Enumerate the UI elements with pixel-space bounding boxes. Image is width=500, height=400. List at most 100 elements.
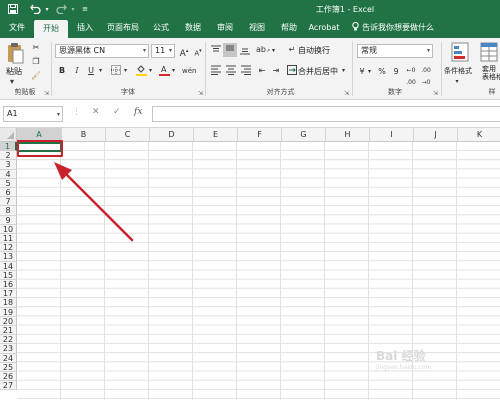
conditional-formatting-icon[interactable] bbox=[450, 42, 470, 64]
bold-button[interactable]: B bbox=[57, 65, 67, 77]
number-format-select[interactable]: 常规 ▾ bbox=[357, 44, 433, 58]
borders-icon[interactable] bbox=[110, 65, 122, 79]
select-all-button[interactable] bbox=[0, 128, 17, 142]
tab-help[interactable]: 帮助 bbox=[276, 18, 302, 38]
number-launcher-icon[interactable]: ⇲ bbox=[433, 90, 438, 97]
borders-dropdown-icon[interactable]: ▾ bbox=[122, 65, 129, 77]
row-header-22[interactable]: 22 bbox=[0, 335, 17, 345]
format-painter-icon[interactable]: 🖌 bbox=[30, 70, 42, 82]
row-header-16[interactable]: 16 bbox=[0, 280, 17, 290]
tell-me-search[interactable]: 告诉我你想要做什么 bbox=[352, 18, 442, 38]
column-header-k[interactable]: K bbox=[458, 128, 500, 142]
row-header-17[interactable]: 17 bbox=[0, 289, 17, 299]
row-header-23[interactable]: 23 bbox=[0, 344, 17, 354]
row-header-10[interactable]: 10 bbox=[0, 224, 17, 234]
increase-decimal-icon[interactable]: ←0.00 bbox=[404, 65, 418, 89]
tab-view[interactable]: 视图 bbox=[244, 18, 270, 38]
middle-align-icon[interactable] bbox=[223, 43, 237, 57]
font-color-icon[interactable]: A bbox=[158, 64, 170, 80]
row-header-11[interactable]: 11 bbox=[0, 234, 17, 244]
tab-home[interactable]: 开始 bbox=[34, 20, 68, 38]
font-color-dropdown-icon[interactable]: ▾ bbox=[170, 65, 177, 77]
row-header-2[interactable]: 2 bbox=[0, 151, 17, 161]
top-align-icon[interactable] bbox=[210, 45, 222, 59]
orientation-icon[interactable]: ab↗ bbox=[256, 44, 270, 57]
decrease-indent-icon[interactable]: ⇤ bbox=[256, 65, 268, 77]
column-header-j[interactable]: J bbox=[414, 128, 458, 142]
shrink-font-button[interactable]: A▾ bbox=[193, 45, 203, 59]
row-header-9[interactable]: 9 bbox=[0, 215, 17, 225]
name-box[interactable]: A1 ▾ bbox=[3, 106, 63, 122]
merge-dropdown-icon[interactable]: ▾ bbox=[340, 65, 347, 77]
row-header-21[interactable]: 21 bbox=[0, 326, 17, 336]
row-header-20[interactable]: 20 bbox=[0, 316, 17, 326]
font-size-select[interactable]: 11 ▾ bbox=[151, 44, 175, 58]
clipboard-launcher-icon[interactable]: ⇲ bbox=[44, 90, 49, 97]
copy-icon[interactable]: ❐ bbox=[30, 56, 42, 68]
tab-file[interactable]: 文件 bbox=[4, 18, 30, 38]
comma-style-button[interactable]: 9 bbox=[391, 66, 401, 78]
row-header-24[interactable]: 24 bbox=[0, 353, 17, 363]
currency-dropdown-icon[interactable]: ▾ bbox=[366, 66, 373, 78]
row-header-13[interactable]: 13 bbox=[0, 252, 17, 262]
insert-function-icon[interactable]: fx bbox=[134, 107, 142, 117]
cancel-entry-icon[interactable]: ✕ bbox=[92, 107, 100, 117]
row-header-4[interactable]: 4 bbox=[0, 169, 17, 179]
merge-center-button[interactable]: 合并后居中 bbox=[298, 66, 338, 77]
column-header-g[interactable]: G bbox=[282, 128, 326, 142]
merge-center-icon[interactable] bbox=[287, 65, 297, 79]
align-center-icon[interactable] bbox=[225, 65, 237, 79]
row-header-14[interactable]: 14 bbox=[0, 261, 17, 271]
row-header-26[interactable]: 26 bbox=[0, 372, 17, 382]
tab-acrobat[interactable]: Acrobat bbox=[306, 18, 342, 38]
italic-button[interactable]: I bbox=[72, 65, 82, 77]
orientation-dropdown-icon[interactable]: ▾ bbox=[270, 45, 277, 57]
row-header-1[interactable]: 1 bbox=[0, 142, 17, 152]
conditional-formatting-dropdown-icon[interactable]: ▾ bbox=[452, 76, 462, 88]
tab-data[interactable]: 数据 bbox=[180, 18, 206, 38]
row-header-6[interactable]: 6 bbox=[0, 188, 17, 198]
increase-indent-icon[interactable]: ⇥ bbox=[270, 65, 282, 77]
font-name-select[interactable]: 思源黑体 CN ▾ bbox=[55, 44, 149, 58]
column-header-f[interactable]: F bbox=[238, 128, 282, 142]
row-header-25[interactable]: 25 bbox=[0, 362, 17, 372]
column-header-h[interactable]: H bbox=[326, 128, 370, 142]
row-header-15[interactable]: 15 bbox=[0, 270, 17, 280]
grow-font-button[interactable]: A▴ bbox=[179, 45, 189, 60]
format-as-table-icon[interactable] bbox=[480, 42, 498, 64]
align-right-icon[interactable] bbox=[240, 65, 252, 79]
percent-button[interactable]: % bbox=[377, 66, 387, 78]
underline-dropdown-icon[interactable]: ▾ bbox=[97, 65, 104, 77]
phonetic-guide-icon[interactable]: wén bbox=[182, 65, 196, 77]
wrap-text-icon[interactable]: ↵ bbox=[287, 44, 297, 56]
decrease-decimal-icon[interactable]: .00 →0 bbox=[419, 65, 433, 89]
row-header-27[interactable]: 27 bbox=[0, 381, 17, 391]
bottom-align-icon[interactable] bbox=[239, 45, 251, 59]
tab-review[interactable]: 审阅 bbox=[212, 18, 238, 38]
row-header-7[interactable]: 7 bbox=[0, 197, 17, 207]
row-header-19[interactable]: 19 bbox=[0, 307, 17, 317]
font-launcher-icon[interactable]: ⇲ bbox=[198, 90, 203, 97]
column-header-i[interactable]: I bbox=[370, 128, 414, 142]
column-header-e[interactable]: E bbox=[194, 128, 238, 142]
conditional-formatting-button[interactable]: 条件格式 bbox=[444, 66, 472, 76]
wrap-text-button[interactable]: 自动换行 bbox=[298, 45, 330, 56]
underline-button[interactable]: U bbox=[86, 65, 96, 77]
row-header-5[interactable]: 5 bbox=[0, 178, 17, 188]
row-header-18[interactable]: 18 bbox=[0, 298, 17, 308]
column-header-c[interactable]: C bbox=[106, 128, 150, 142]
tab-insert[interactable]: 插入 bbox=[72, 18, 98, 38]
format-as-table-button[interactable]: 套用 表格格 bbox=[482, 65, 500, 81]
fill-color-icon[interactable] bbox=[135, 64, 147, 80]
tab-page-layout[interactable]: 页面布局 bbox=[102, 18, 144, 38]
column-header-d[interactable]: D bbox=[150, 128, 194, 142]
fill-color-dropdown-icon[interactable]: ▾ bbox=[147, 65, 154, 77]
row-header-3[interactable]: 3 bbox=[0, 160, 17, 170]
cut-icon[interactable]: ✂ bbox=[30, 42, 42, 54]
row-header-8[interactable]: 8 bbox=[0, 206, 17, 216]
column-header-b[interactable]: B bbox=[62, 128, 106, 142]
confirm-entry-icon[interactable]: ✓ bbox=[113, 107, 121, 117]
alignment-launcher-icon[interactable]: ⇲ bbox=[344, 90, 349, 97]
paste-icon[interactable] bbox=[6, 42, 24, 64]
formula-input[interactable] bbox=[152, 106, 500, 122]
